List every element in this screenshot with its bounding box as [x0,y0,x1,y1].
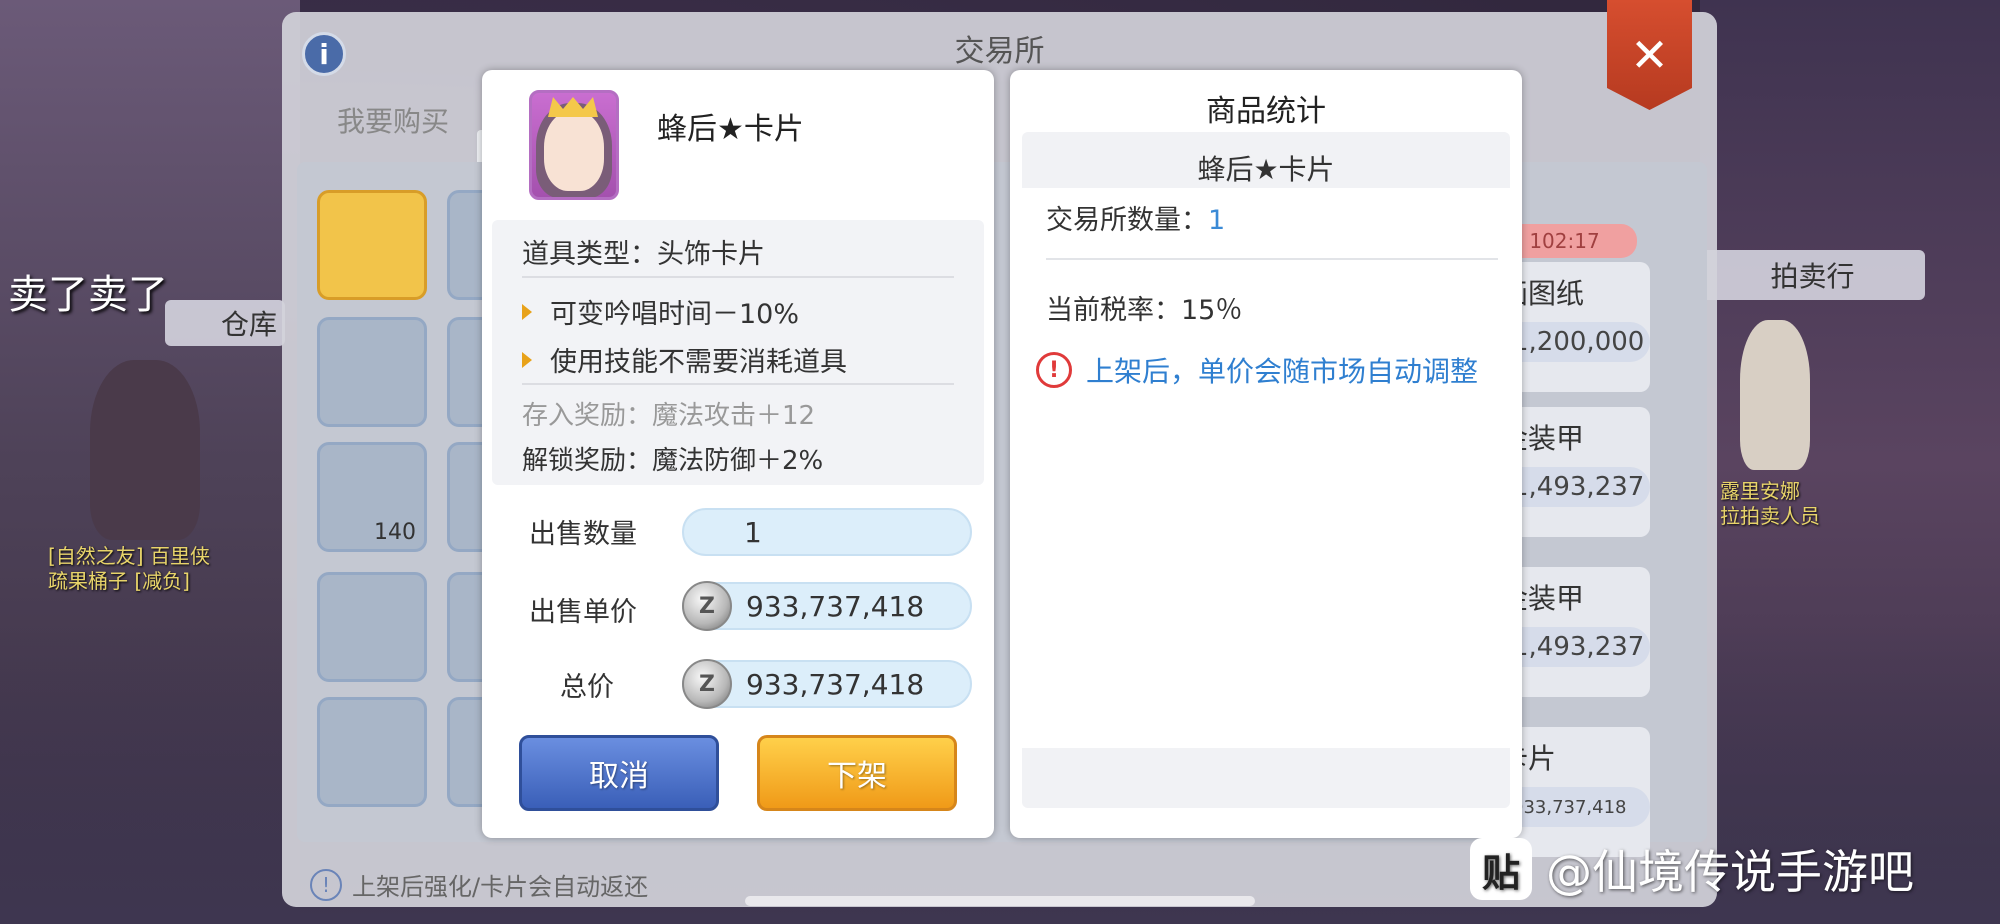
bullet-triangle-icon [522,351,532,368]
warning-text: 上架后，单价会随市场自动调整 [1086,355,1479,388]
total-price-label: 总价 [560,672,614,703]
zeny-coin-icon: Z [682,659,732,709]
cancel-button[interactable]: 取消 [519,735,719,811]
divider [522,383,954,385]
warning-icon: ! [1036,352,1072,388]
exchange-quantity-value: 1 [1208,205,1226,236]
deposit-reward: 存入奖励：魔法攻击＋12 [522,401,816,431]
card-item-icon [529,90,619,200]
stats-item-name: 蜂后★卡片 [1197,153,1335,186]
item-type: 道具类型：头饰卡片 [522,239,765,270]
stats-title: 商品统计 [1206,94,1326,129]
watermark-text: @仙境传说手游吧 [1546,845,1914,899]
inventory-slot[interactable]: 140 [317,442,427,552]
home-indicator[interactable] [745,896,1255,906]
item-stats-dialog: 商品统计 蜂后★卡片 交易所数量：1 当前税率：15％ ! 上架后，单价会随市场… [1010,70,1522,838]
player-character[interactable] [90,360,200,540]
slot-count: 140 [374,520,416,545]
stats-panel: 蜂后★卡片 交易所数量：1 当前税率：15％ [1022,132,1510,808]
unit-price-value: 933,737,418 [746,589,925,623]
tax-rate-value: 15％ [1181,295,1243,326]
tax-rate-label: 当前税率： [1046,295,1181,326]
divider [522,276,954,278]
close-icon[interactable]: ✕ [1607,0,1692,110]
info-icon: ! [310,868,342,901]
bullet-triangle-icon [522,303,532,320]
bottom-tip-text: 上架后强化/卡片会自动返还 [352,873,649,901]
sell-quantity-field[interactable]: 1 [682,508,972,556]
divider [1046,258,1498,260]
exchange-title: 交易所 [954,34,1045,69]
total-price-value: 933,737,418 [746,667,925,701]
inventory-slot[interactable] [317,190,427,300]
bottom-tip: ! 上架后强化/卡片会自动返还 [310,867,648,902]
effect-text: 使用技能不需要消耗道具 [550,347,847,378]
total-price-field: Z 933,737,418 [682,659,972,709]
tieba-logo-icon: 贴 [1470,838,1532,900]
listing-card[interactable]: 金装甲 1,493,237 [1490,407,1650,537]
player-chat-bubble: 卖了卖了 [8,272,168,318]
npc-right-sub-label: 拉拍卖人员 [1720,504,1820,528]
zeny-coin-icon: Z [682,581,732,631]
listing-card[interactable]: 画图纸 1,200,000 [1490,262,1650,392]
warehouse-label: 仓库 [220,308,277,341]
warehouse-button[interactable]: 仓库 [165,300,285,346]
item-attributes-box: 道具类型：头饰卡片 可变吟唱时间－10% 使用技能不需要消耗道具 存入奖励：魔法… [492,220,984,485]
stats-content: 交易所数量：1 当前税率：15％ [1022,188,1510,748]
sell-quantity-label: 出售数量 [529,519,637,550]
tab-buy[interactable]: 我要购买 [337,100,449,140]
effect-item: 使用技能不需要消耗道具 [522,340,847,379]
npc-character[interactable] [1740,320,1810,470]
listing-card[interactable]: 金装甲 1,493,237 [1490,567,1650,697]
inventory-slot[interactable] [317,697,427,807]
item-detail-dialog: 蜂后★卡片 道具类型：头饰卡片 可变吟唱时间－10% 使用技能不需要消耗道具 存… [482,70,994,838]
effect-item: 可变吟唱时间－10% [522,292,799,331]
unit-price-label: 出售单价 [529,597,637,628]
npc-sub-label: 疏果桶子 [减负] [48,569,190,593]
unlock-reward: 解锁奖励：魔法防御＋2% [522,446,824,476]
sell-quantity-value: 1 [744,515,762,549]
exchange-quantity-row: 交易所数量：1 [1046,198,1225,237]
unit-price-field[interactable]: Z 933,737,418 [682,581,972,631]
tax-rate-row: 当前税率：15％ [1046,288,1242,327]
delist-button[interactable]: 下架 [757,735,957,811]
price-adjust-warning: ! 上架后，单价会随市场自动调整 [1036,350,1478,390]
item-name: 蜂后★卡片 [657,112,804,147]
auction-house-button[interactable]: 拍卖行 [1700,250,1925,300]
inventory-slot[interactable] [317,317,427,427]
watermark: 贴 @仙境传说手游吧 [1470,836,1914,902]
effect-text: 可变吟唱时间－10% [550,299,800,330]
inventory-slot[interactable] [317,572,427,682]
exchange-quantity-label: 交易所数量： [1046,205,1208,236]
